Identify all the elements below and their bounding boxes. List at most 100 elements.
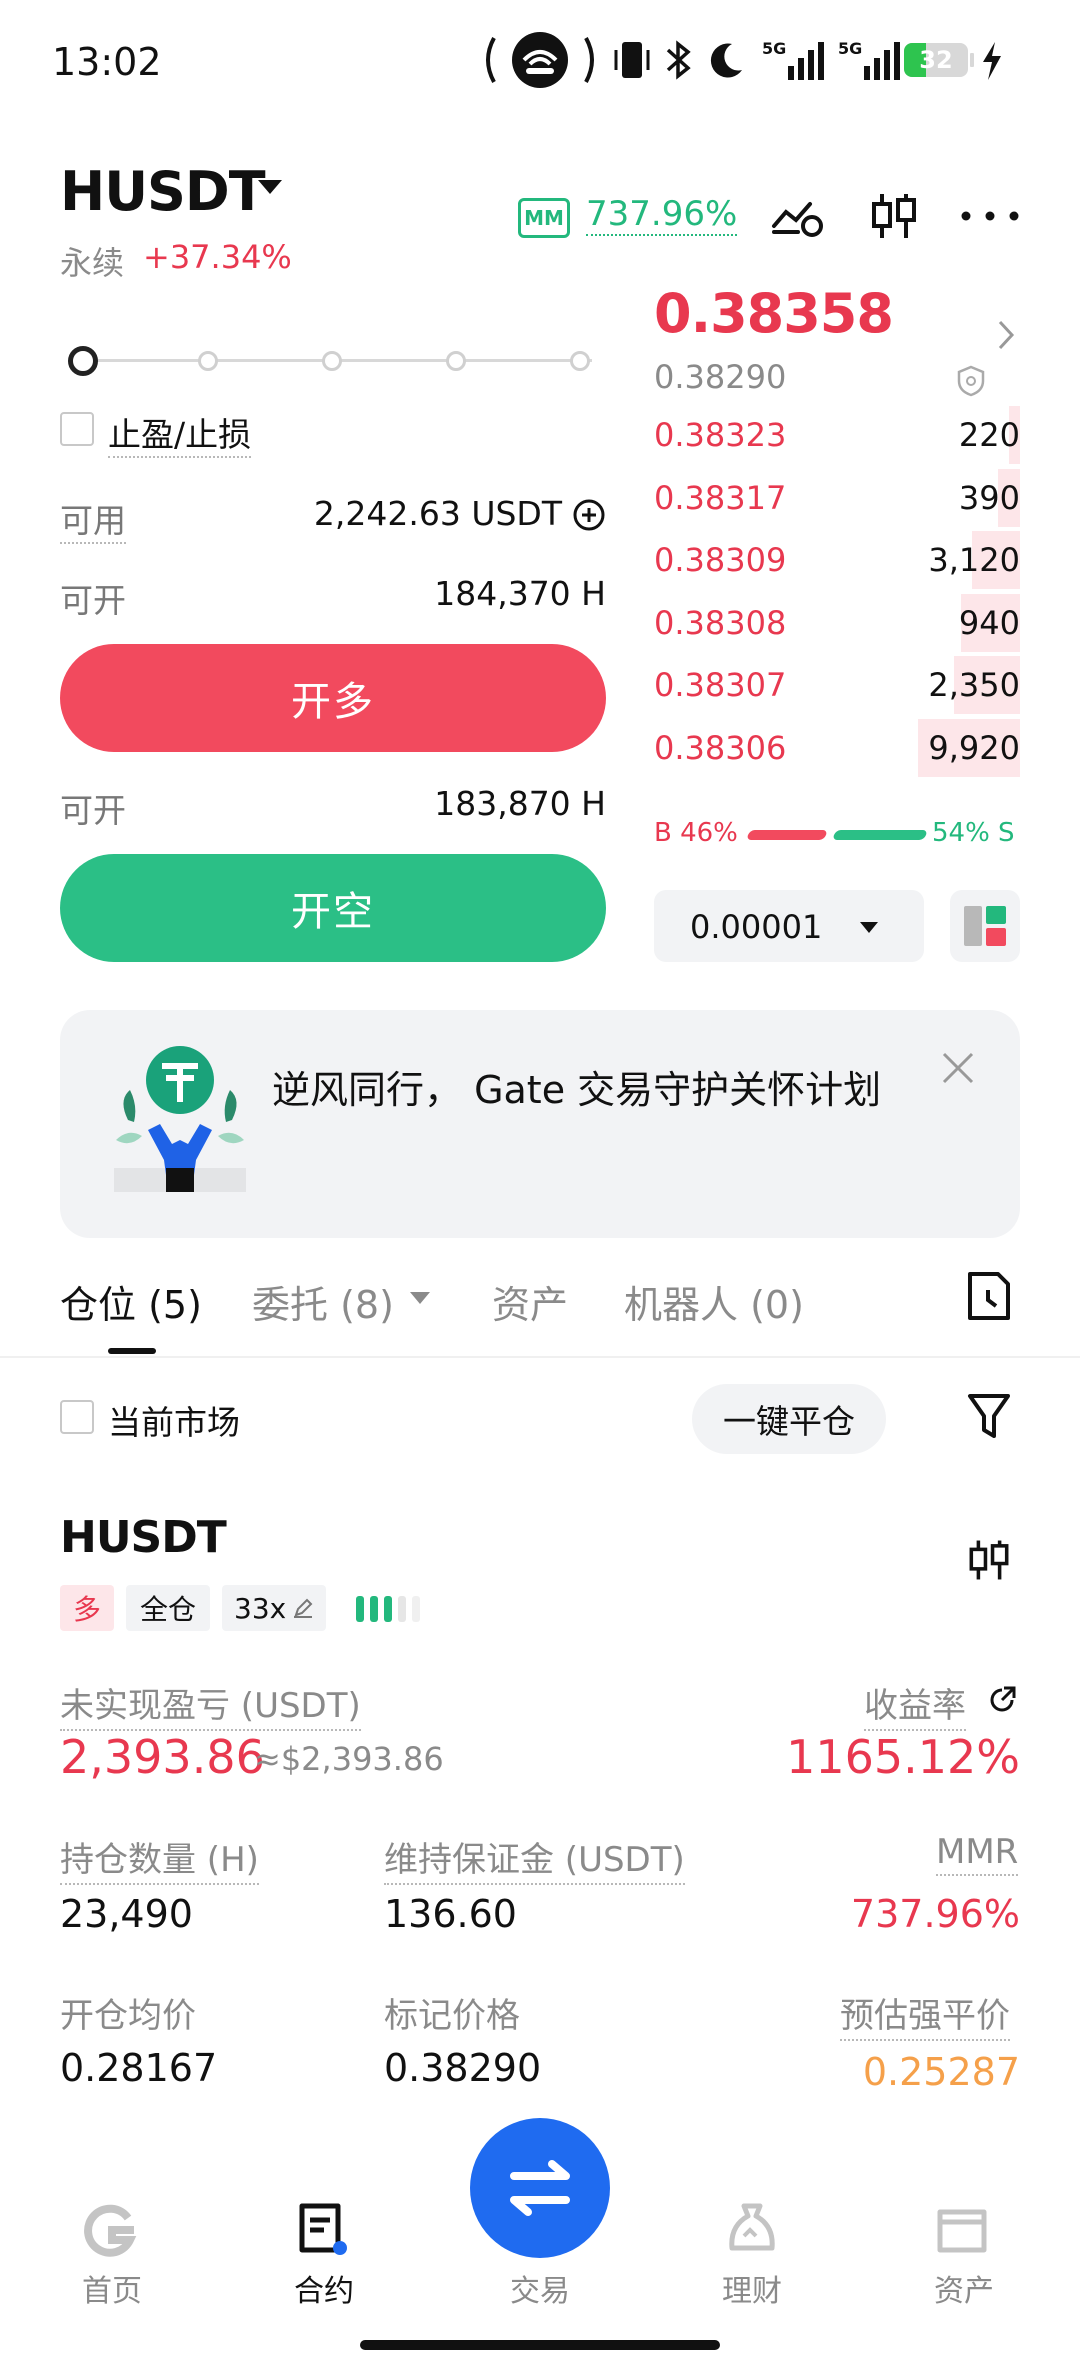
finance-icon[interactable] [722,2200,782,2260]
side-tag: 多 [60,1585,114,1631]
ask-price: 0.38323 [654,416,787,454]
slider-step[interactable] [198,351,218,371]
mm-value[interactable]: 737.96% [586,194,738,236]
mm-badge-icon[interactable]: MM [518,198,570,238]
shield-icon[interactable] [956,364,986,402]
order-book-ask-row[interactable]: 0.38307 2,350 [654,654,1020,716]
home-icon[interactable] [82,2200,142,2260]
open-short-value: 183,870 H [434,784,606,823]
chevron-right-icon[interactable] [996,318,1016,356]
add-circle-icon[interactable] [572,498,606,536]
position-size-label[interactable]: 持仓数量 (H) [60,1832,259,1885]
layout-top-icon [986,906,1006,924]
ask-quantity: 9,920 [928,728,1020,767]
swap-button[interactable] [470,2118,610,2258]
signal-icon: 5G [836,36,906,84]
order-book-ask-row[interactable]: 0.38308 940 [654,592,1020,654]
leverage-value: 33x [234,1591,287,1625]
layout-column-icon [964,906,982,946]
roe-label[interactable]: 收益率 [864,1678,966,1731]
change-percent: +37.34% [143,238,292,276]
banner-text[interactable]: 逆风同行， Gate 交易守护关怀计划 [272,1058,912,1122]
maint-margin-label[interactable]: 维持保证金 (USDT) [384,1832,685,1885]
tab-positions[interactable]: 仓位 (5) [60,1274,202,1329]
wallet-icon[interactable] [934,2200,994,2260]
ask-price: 0.38309 [654,541,787,579]
margin-mode-tag[interactable]: 全仓 [126,1585,210,1631]
order-book-ask-row[interactable]: 0.38306 9,920 [654,717,1020,779]
tab-bots[interactable]: 机器人 (0) [624,1274,804,1329]
ask-quantity: 220 [958,416,1020,454]
ask-quantity: 940 [958,603,1020,642]
nav-assets-label[interactable]: 资产 [904,2266,1024,2310]
current-market-checkbox[interactable] [60,1400,94,1434]
pair-title[interactable]: HUSDT [60,160,266,223]
roe-value: 1165.12% [786,1730,1020,1784]
tab-orders[interactable]: 委托 (8) [252,1274,394,1329]
bluetooth-icon [664,36,692,84]
svg-text:5G: 5G [762,39,786,58]
home-indicator [360,2340,720,2350]
precision-value: 0.00001 [690,908,823,946]
order-book-ask-row[interactable]: 0.38317 390 [654,467,1020,529]
buy-ratio-label: B 46% [654,818,738,848]
svg-text:5G: 5G [838,39,862,58]
divider [0,1356,1080,1358]
share-icon[interactable] [986,1684,1018,1720]
edit-icon [294,1598,313,1618]
trend-chart-icon[interactable] [770,192,826,244]
risk-level-icon [354,1594,440,1628]
hotspot-icon [480,32,600,88]
candlestick-icon[interactable] [868,190,920,246]
slider-step[interactable] [570,351,590,371]
candlestick-icon[interactable] [966,1534,1012,1590]
close-icon[interactable] [940,1050,976,1090]
nav-home-label[interactable]: 首页 [52,2266,172,2310]
current-market-label[interactable]: 当前市场 [108,1396,240,1444]
nav-trade-label[interactable]: 交易 [480,2266,600,2310]
order-book-ask-row[interactable]: 0.38323 220 [654,404,1020,466]
history-icon[interactable] [966,1270,1012,1326]
maint-margin-value: 136.60 [384,1892,517,1936]
position-mark-price-value: 0.38290 [384,2046,542,2090]
charging-icon [980,36,1004,84]
chevron-down-icon[interactable] [258,180,282,194]
layout-toggle[interactable] [950,890,1020,962]
moon-icon [704,36,748,84]
tab-active-indicator [108,1348,156,1354]
swap-icon [510,2160,570,2216]
slider-step[interactable] [446,351,466,371]
liq-price-label[interactable]: 预估强平价 [840,1988,1010,2041]
vibrate-icon [612,36,652,84]
chevron-down-icon[interactable] [410,1292,430,1304]
open-short-label: 可开 [60,791,126,830]
battery-icon: 32 [904,36,974,84]
close-all-button[interactable]: 一键平仓 [692,1384,886,1454]
slider-knob[interactable] [68,346,98,376]
more-icon[interactable] [960,208,1020,228]
order-book-ask-row[interactable]: 0.38309 3,120 [654,529,1020,591]
contract-icon[interactable] [294,2200,354,2260]
ask-price: 0.38307 [654,666,787,704]
tab-assets[interactable]: 资产 [492,1274,568,1329]
signal-icon: 5G [760,36,830,84]
unrealized-pnl-label[interactable]: 未实现盈亏 (USDT) [60,1678,361,1731]
available-label[interactable]: 可用 [60,494,126,544]
tp-sl-label[interactable]: 止盈/止损 [108,408,252,458]
tp-sl-checkbox[interactable] [60,412,94,446]
slider-step[interactable] [322,351,342,371]
liq-price-value: 0.25287 [862,2050,1020,2094]
precision-select[interactable]: 0.00001 [654,890,924,962]
buy-ratio-bar [746,830,828,840]
position-pair[interactable]: HUSDT [60,1512,227,1563]
filter-icon[interactable] [966,1392,1012,1446]
last-price: 0.38358 [654,282,894,345]
mark-price-label: 标记价格 [384,1996,520,2036]
leverage-tag[interactable]: 33x [222,1585,326,1631]
nav-finance-label[interactable]: 理财 [692,2266,812,2310]
open-short-button[interactable]: 开空 [60,854,606,962]
nav-contract-label[interactable]: 合约 [264,2266,384,2310]
mmr-label[interactable]: MMR [936,1832,1019,1876]
layout-bottom-icon [986,928,1006,946]
open-long-button[interactable]: 开多 [60,644,606,752]
